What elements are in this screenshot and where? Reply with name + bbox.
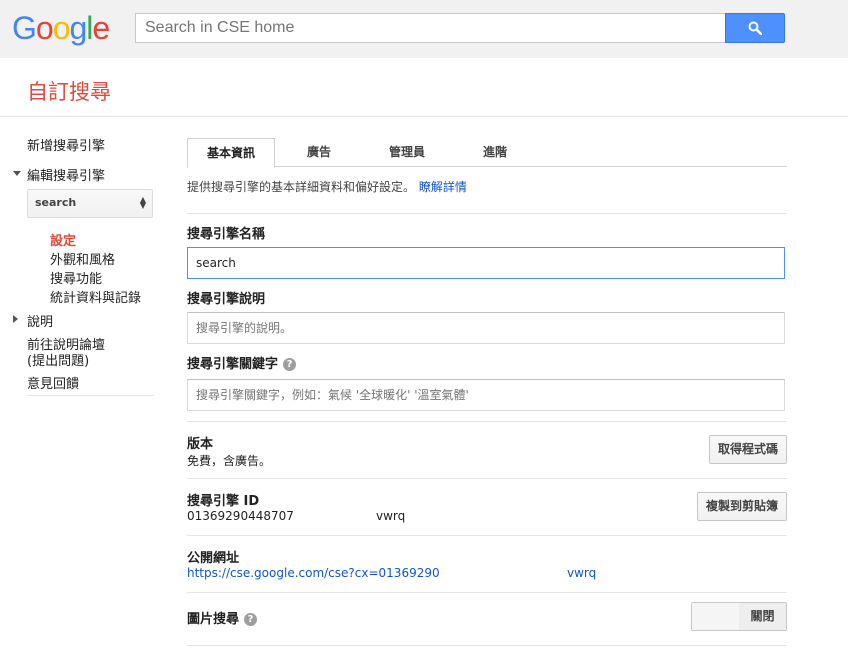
tab-ads[interactable]: 廣告 — [275, 138, 363, 167]
tab-bar: 基本資訊 廣告 管理員 進階 — [187, 138, 787, 168]
search-input[interactable] — [135, 13, 725, 43]
engine-keywords-input[interactable] — [187, 379, 785, 411]
sidebar-forum-sub[interactable]: (提出問題) — [27, 350, 89, 369]
section-divider — [187, 535, 787, 536]
section-divider — [187, 421, 787, 422]
edition-label: 版本 — [187, 437, 214, 452]
sidebar-item-search-features[interactable]: 搜尋功能 — [50, 268, 102, 287]
help-icon[interactable]: ? — [283, 358, 297, 371]
engine-keywords-label-text: 搜尋引擎關鍵字 — [187, 357, 279, 372]
intro-description: 提供搜尋引擎的基本詳細資料和偏好設定。 瞭解詳情 — [187, 178, 467, 195]
engine-id-label: 搜尋引擎 ID — [187, 494, 260, 509]
public-url-label: 公開網址 — [187, 551, 240, 566]
engine-select-value: search — [35, 196, 77, 209]
tab-admins[interactable]: 管理員 — [363, 138, 451, 167]
app-title[interactable]: 自訂搜尋 — [27, 76, 111, 106]
engine-id-value-end: vwrq — [376, 509, 406, 523]
top-bar: Google — [0, 0, 848, 58]
sidebar-divider — [27, 395, 154, 396]
toggle-knob — [692, 603, 740, 630]
engine-id-value-start: 01369290448707 — [187, 509, 294, 523]
select-arrows-icon: ▲ ▼ — [139, 195, 146, 210]
tab-advanced[interactable]: 進階 — [451, 138, 539, 167]
section-divider — [187, 213, 787, 214]
sidebar-item-statistics[interactable]: 統計資料與記錄 — [50, 287, 141, 306]
search-button[interactable] — [725, 13, 785, 43]
intro-text: 提供搜尋引擎的基本詳細資料和偏好設定。 — [187, 180, 416, 194]
search-icon — [748, 21, 762, 35]
sidebar-feedback[interactable]: 意見回饋 — [27, 373, 79, 392]
image-search-toggle[interactable]: 關閉 — [691, 602, 787, 631]
section-divider — [187, 645, 787, 646]
sidebar-help[interactable]: 說明 — [27, 311, 53, 330]
section-divider — [187, 478, 787, 479]
help-icon[interactable]: ? — [244, 613, 258, 626]
copy-to-clipboard-button[interactable]: 複製到剪貼簿 — [697, 492, 787, 521]
engine-description-label: 搜尋引擎說明 — [187, 292, 266, 307]
toggle-state: 關閉 — [739, 603, 786, 630]
edition-value: 免費，含廣告。 — [187, 454, 272, 468]
section-divider — [187, 592, 787, 593]
header-divider — [0, 116, 848, 117]
learn-more-link[interactable]: 瞭解詳情 — [419, 180, 467, 194]
sidebar-item-settings[interactable]: 設定 — [50, 230, 76, 249]
get-code-button[interactable]: 取得程式碼 — [709, 435, 787, 464]
sidebar-edit-engine[interactable]: 編輯搜尋引擎 — [27, 165, 105, 184]
collapsed-triangle-icon — [13, 315, 18, 323]
sidebar-new-engine[interactable]: 新增搜尋引擎 — [27, 135, 105, 154]
public-url-link-end[interactable]: vwrq — [567, 566, 596, 580]
expanded-triangle-icon — [13, 171, 21, 176]
engine-name-label: 搜尋引擎名稱 — [187, 227, 266, 242]
image-search-label-text: 圖片搜尋 — [187, 612, 240, 627]
sidebar-item-look-and-feel[interactable]: 外觀和風格 — [50, 249, 115, 268]
engine-keywords-label: 搜尋引擎關鍵字? — [187, 353, 297, 372]
engine-description-input[interactable] — [187, 312, 785, 344]
google-logo[interactable]: Google — [12, 10, 110, 46]
tab-basics[interactable]: 基本資訊 — [187, 138, 275, 168]
public-url-link-start[interactable]: https://cse.google.com/cse?cx=01369290 — [187, 566, 440, 580]
image-search-label: 圖片搜尋? — [187, 608, 258, 627]
engine-name-input[interactable] — [187, 247, 785, 279]
engine-select[interactable]: search ▲ ▼ — [27, 189, 153, 218]
